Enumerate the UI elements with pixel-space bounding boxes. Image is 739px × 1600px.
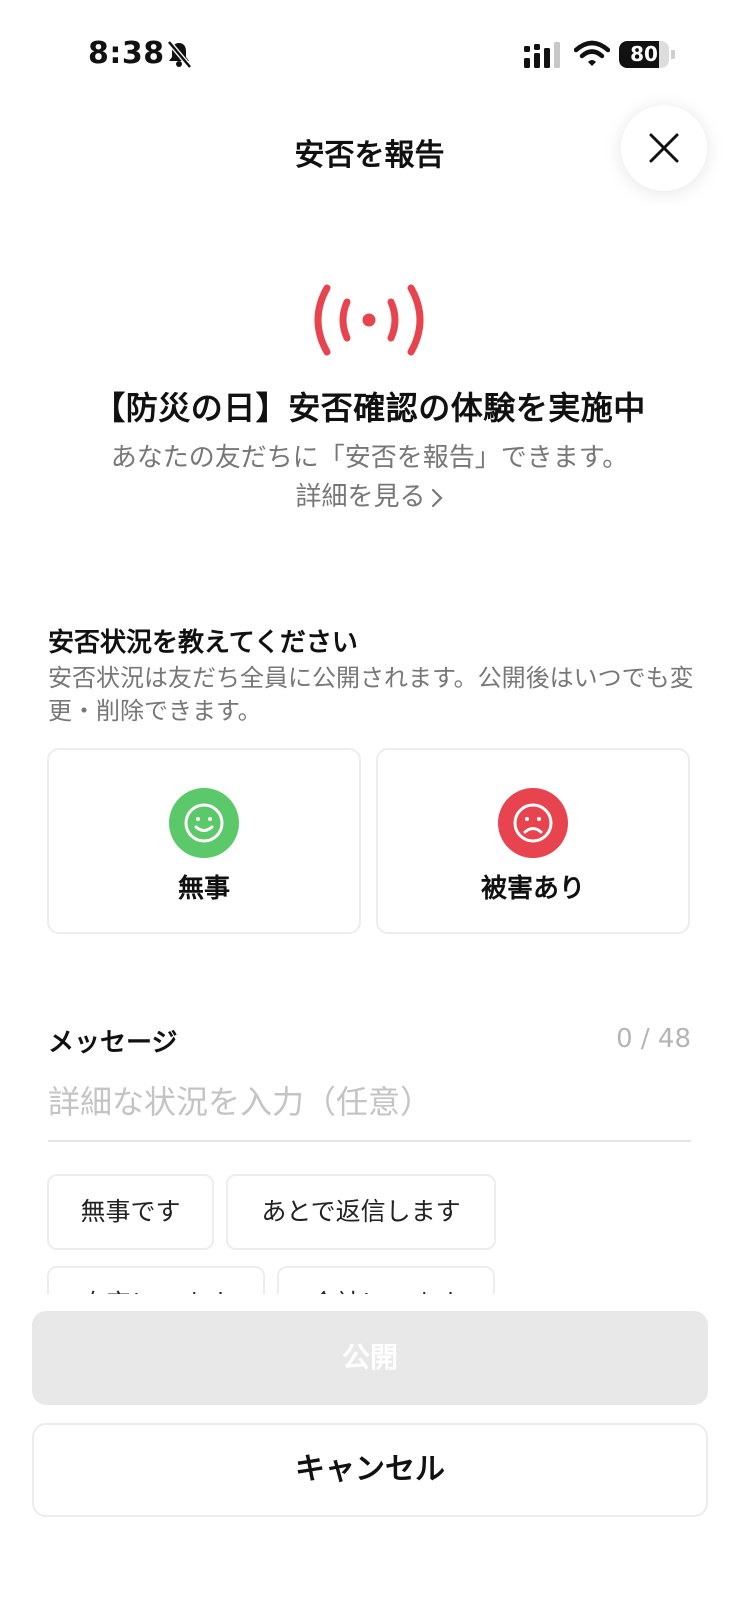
details-link-label: 詳細を見る xyxy=(295,482,426,512)
publish-button[interactable]: 公開 xyxy=(32,1311,708,1405)
quick-reply-chip[interactable]: 自宅にいます xyxy=(47,1266,265,1294)
status-time: 8:38 xyxy=(88,36,165,71)
close-icon xyxy=(649,133,679,163)
sad-face-icon xyxy=(498,788,568,858)
message-label: メッセージ xyxy=(48,1028,178,1058)
quick-reply-chip[interactable]: 会社にいます xyxy=(277,1266,495,1294)
cellular-signal-icon xyxy=(524,42,560,68)
quick-reply-chip[interactable]: あとで返信します xyxy=(226,1174,496,1250)
status-option-label: 無事 xyxy=(177,874,230,904)
broadcast-alert-icon xyxy=(314,284,424,356)
message-input[interactable] xyxy=(48,1082,691,1142)
banner-description: あなたの友だちに「安否を報告」できます。 xyxy=(110,443,629,473)
status-section-description: 安否状況は友だち全員に公開されます。公開後はいつでも変更・削除できます。 xyxy=(48,664,694,725)
status-option-safe[interactable]: 無事 xyxy=(47,748,361,934)
wifi-icon xyxy=(574,40,610,66)
smile-face-icon xyxy=(169,788,239,858)
chevron-right-icon xyxy=(431,488,443,507)
battery-percent: 80 xyxy=(630,42,658,66)
details-link[interactable]: 詳細を見る xyxy=(0,476,739,513)
status-option-damaged[interactable]: 被害あり xyxy=(376,748,690,934)
battery-indicator: 80 xyxy=(619,41,675,68)
quick-reply-chips: 無事です あとで返信します 自宅にいます 会社にいます xyxy=(0,1170,739,1294)
close-button[interactable] xyxy=(621,105,707,191)
message-char-counter: 0 / 48 xyxy=(616,1024,691,1054)
status-option-label: 被害あり xyxy=(480,874,585,904)
cancel-button[interactable]: キャンセル xyxy=(32,1423,708,1517)
safety-report-screen: 8:38 80 安否を報告 【防災の日】安否確認の体験を実施中 あなたの友だちに… xyxy=(0,0,739,1600)
bell-slash-icon xyxy=(167,40,192,68)
status-section-title: 安否状況を教えてください xyxy=(48,628,358,658)
banner-title: 【防災の日】安否確認の体験を実施中 xyxy=(93,389,646,427)
quick-reply-chip[interactable]: 無事です xyxy=(47,1174,214,1250)
